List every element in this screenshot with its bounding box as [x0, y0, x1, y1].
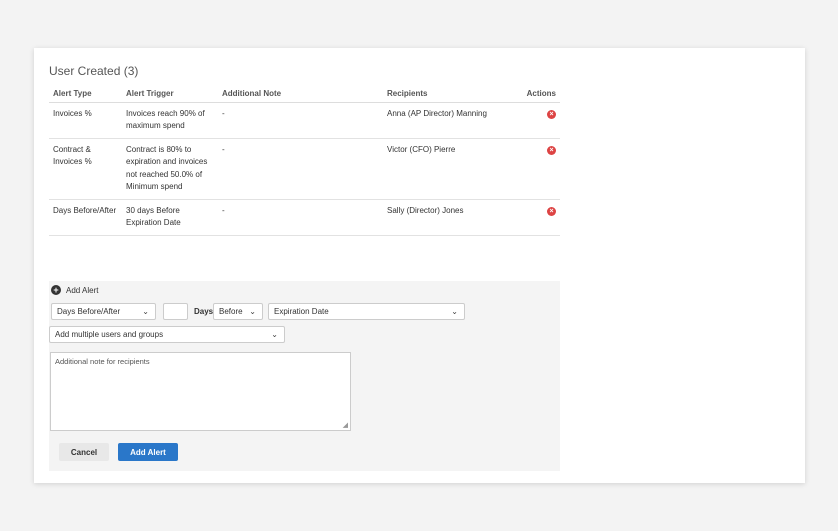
- delete-circle-icon[interactable]: ×: [547, 145, 556, 155]
- cell-note: -: [218, 138, 383, 200]
- add-alert-header[interactable]: + Add Alert: [51, 283, 98, 297]
- date-field-value: Expiration Date: [274, 307, 329, 316]
- cell-alert-trigger: 30 days Before Expiration Date: [122, 199, 218, 236]
- date-field-select[interactable]: Expiration Date ⌄: [268, 303, 465, 320]
- chevron-down-icon: ⌄: [451, 307, 458, 316]
- delete-circle-icon[interactable]: ×: [547, 206, 556, 216]
- table-row: Days Before/After 30 days Before Expirat…: [49, 199, 560, 236]
- add-alert-button[interactable]: Add Alert: [118, 443, 178, 461]
- cell-note: -: [218, 102, 383, 139]
- cell-alert-type: Contract & Invoices %: [49, 138, 122, 200]
- chevron-down-icon: ⌄: [142, 307, 149, 316]
- resize-grip-icon[interactable]: ◢: [343, 421, 348, 429]
- direction-value: Before: [219, 307, 243, 316]
- add-alert-panel: + Add Alert Days Before/After ⌄ Days Bef…: [49, 281, 560, 471]
- note-placeholder: Additional note for recipients: [55, 357, 150, 366]
- delete-circle-icon[interactable]: ×: [547, 109, 556, 119]
- header-recipients: Recipients: [383, 86, 510, 103]
- cell-alert-type: Days Before/After: [49, 199, 122, 236]
- header-alert-trigger: Alert Trigger: [122, 86, 218, 103]
- note-textarea[interactable]: Additional note for recipients ◢: [50, 352, 351, 431]
- cell-note: -: [218, 199, 383, 236]
- header-actions: Actions: [510, 86, 560, 103]
- recipients-placeholder: Add multiple users and groups: [55, 330, 164, 339]
- recipients-select[interactable]: Add multiple users and groups ⌄: [49, 326, 285, 343]
- cell-recipients: Sally (Director) Jones: [383, 199, 510, 236]
- direction-select[interactable]: Before ⌄: [213, 303, 263, 320]
- alerts-table: Alert Type Alert Trigger Additional Note…: [49, 86, 560, 236]
- chevron-down-icon: ⌄: [271, 330, 278, 339]
- alert-type-value: Days Before/After: [57, 307, 121, 316]
- table-row: Invoices % Invoices reach 90% of maximum…: [49, 102, 560, 139]
- alert-type-select[interactable]: Days Before/After ⌄: [51, 303, 156, 320]
- cell-alert-type: Invoices %: [49, 102, 122, 139]
- table-header-row: Alert Type Alert Trigger Additional Note…: [49, 86, 560, 103]
- header-alert-type: Alert Type: [49, 86, 122, 103]
- days-label: Days: [194, 307, 214, 316]
- section-title: User Created (3): [49, 64, 139, 78]
- cell-alert-trigger: Invoices reach 90% of maximum spend: [122, 102, 218, 139]
- cell-recipients: Victor (CFO) Pierre: [383, 138, 510, 200]
- plus-circle-icon: +: [51, 285, 61, 295]
- table-row: Contract & Invoices % Contract is 80% to…: [49, 138, 560, 200]
- cell-recipients: Anna (AP Director) Manning: [383, 102, 510, 139]
- cell-alert-trigger: Contract is 80% to expiration and invoic…: [122, 138, 218, 200]
- cancel-button[interactable]: Cancel: [59, 443, 109, 461]
- add-alert-label: Add Alert: [66, 285, 99, 295]
- chevron-down-icon: ⌄: [249, 307, 256, 316]
- days-input[interactable]: [163, 303, 188, 320]
- header-additional-note: Additional Note: [218, 86, 383, 103]
